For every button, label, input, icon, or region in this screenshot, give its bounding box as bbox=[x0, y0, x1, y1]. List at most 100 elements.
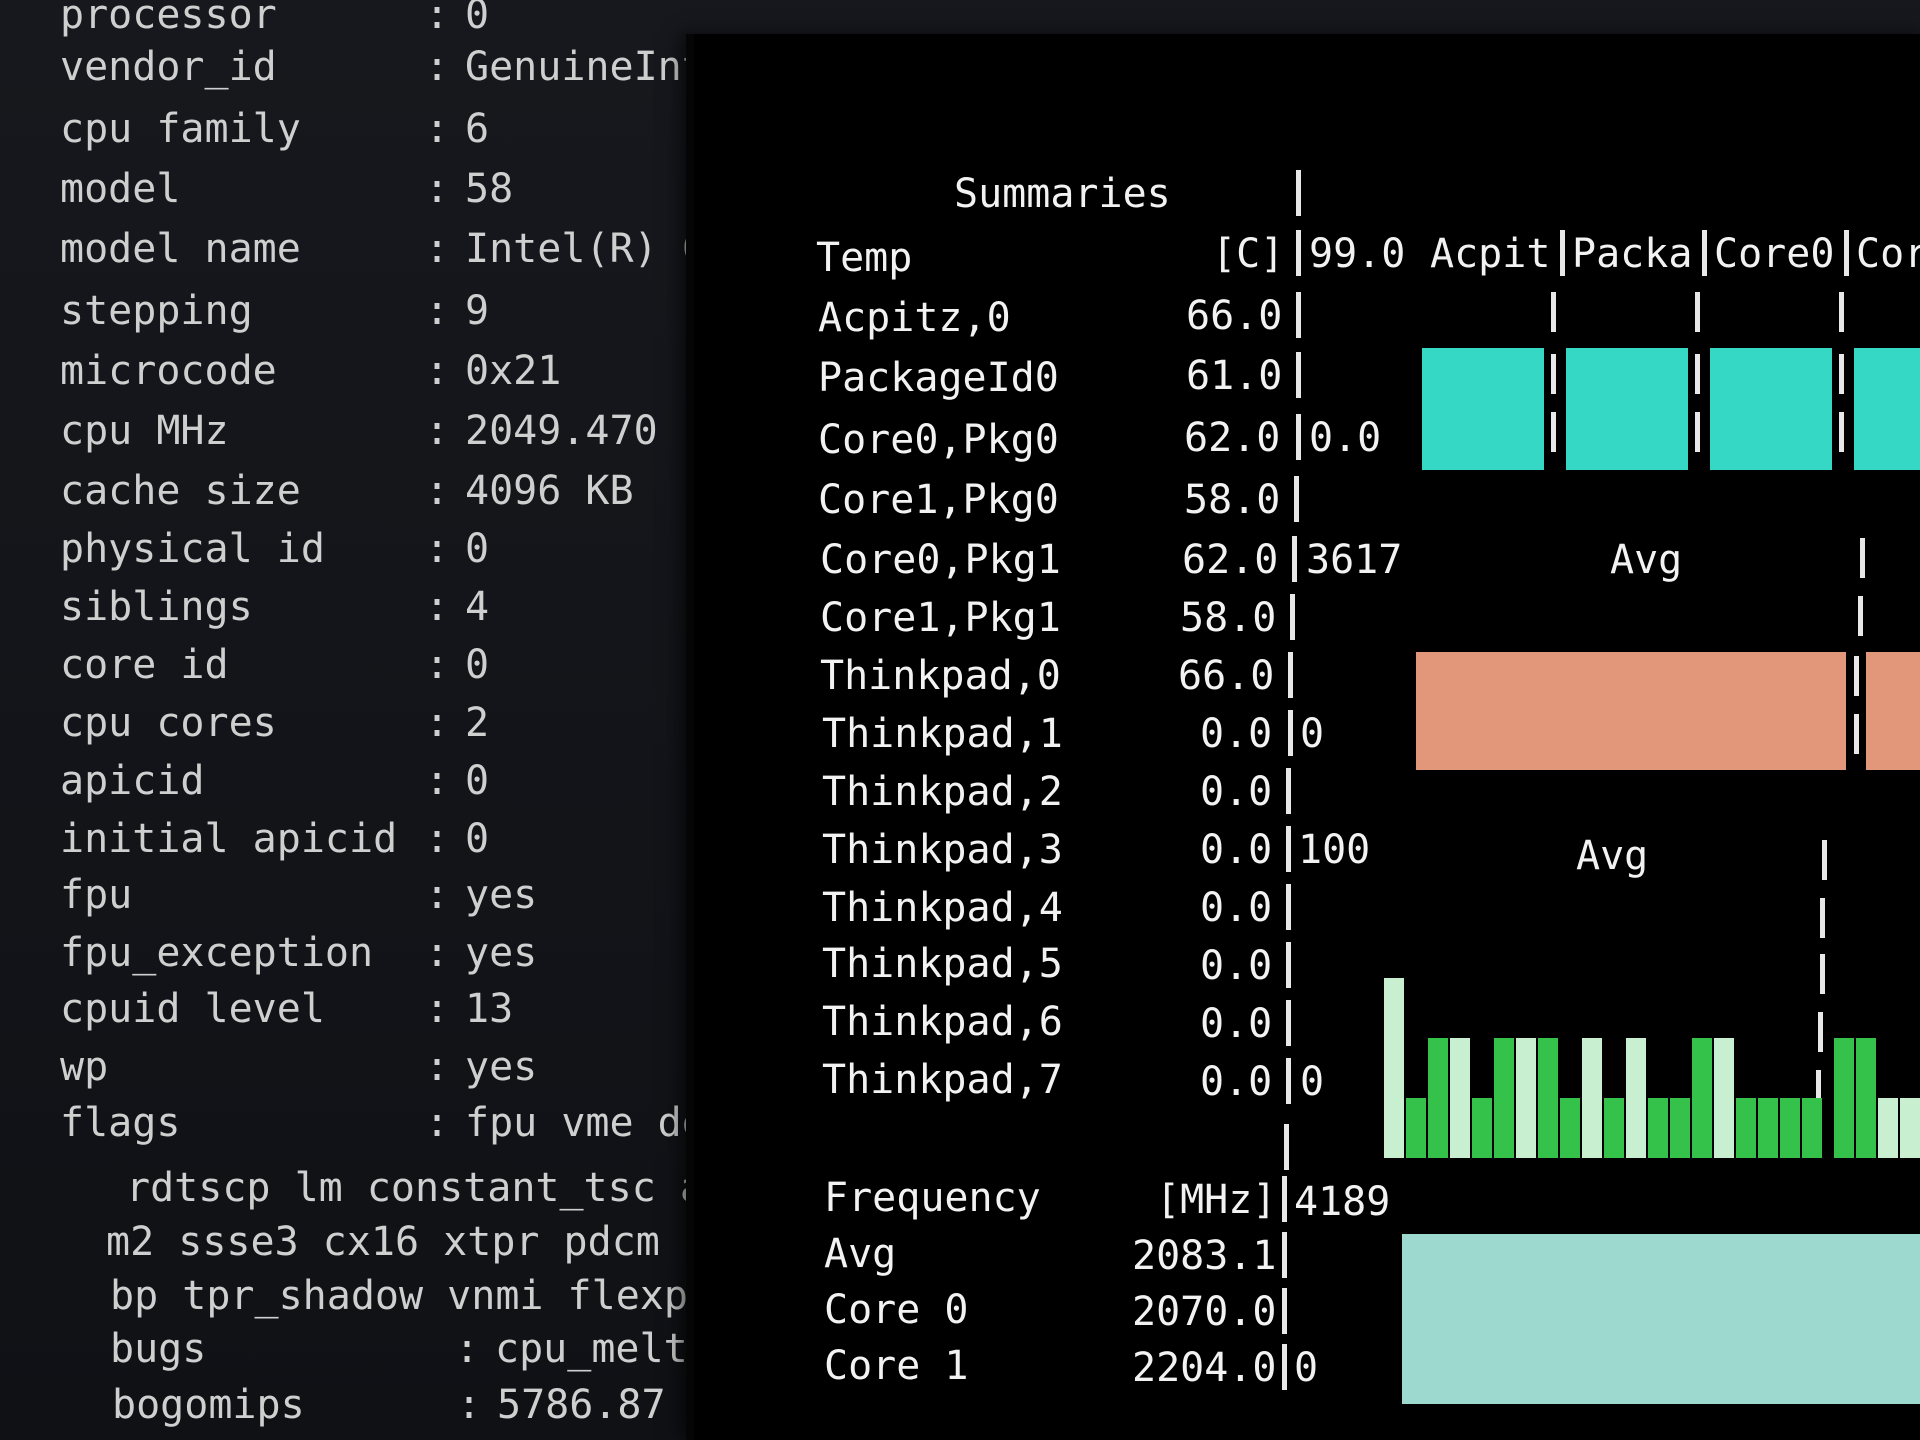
column-divider bbox=[1282, 1344, 1287, 1390]
util-graph-bottom: 0 bbox=[1300, 1059, 1325, 1105]
freq-graph-area bbox=[1416, 652, 1846, 770]
cpuinfo-value: 4 bbox=[465, 584, 490, 630]
util-graph-bar bbox=[1582, 1038, 1602, 1158]
tab-divider bbox=[1702, 230, 1707, 276]
temp-sensor-value: 0.0 bbox=[1200, 827, 1273, 873]
cpuinfo-key: bogomips bbox=[112, 1382, 305, 1428]
column-divider bbox=[1296, 352, 1301, 398]
util-graph-bar bbox=[1626, 1038, 1646, 1158]
temp-graph-tab[interactable]: Acpit bbox=[1430, 226, 1550, 282]
graph-divider bbox=[1820, 898, 1825, 938]
util-graph-bar bbox=[1428, 1038, 1448, 1158]
cpuinfo-sep: : bbox=[425, 584, 450, 630]
cpuinfo-value: 13 bbox=[465, 986, 514, 1032]
temp-graph-tab[interactable]: Packa bbox=[1572, 226, 1692, 282]
cpuinfo-value: 2 bbox=[465, 700, 490, 746]
cpuinfo-sep: : bbox=[425, 700, 450, 746]
util-graph-title: Avg bbox=[1576, 833, 1649, 879]
util-graph-bar bbox=[1450, 1038, 1470, 1158]
flags-continuation: bp tpr_shadow vnmi flexprior bbox=[110, 1273, 785, 1319]
util-graph-bar bbox=[1670, 1098, 1690, 1158]
temp-graph-tab[interactable]: Core0 bbox=[1714, 226, 1834, 282]
column-divider bbox=[1282, 1232, 1287, 1278]
cpuinfo-key: fpu bbox=[60, 872, 133, 918]
freq-core-name: Core 1 bbox=[824, 1343, 969, 1389]
column-divider bbox=[1296, 230, 1301, 276]
util-graph-bar bbox=[1834, 1038, 1854, 1158]
tab-divider bbox=[1839, 354, 1844, 394]
cpuinfo-sep: : bbox=[425, 226, 450, 272]
cpuinfo-key: core id bbox=[60, 642, 229, 688]
temp-sensor-value: 58.0 bbox=[1184, 477, 1281, 523]
temp-sensor-name: Core0,Pkg0 bbox=[818, 417, 1059, 463]
cpuinfo-sep: : bbox=[425, 816, 450, 862]
summaries-title: Summaries bbox=[954, 171, 1171, 217]
cpuinfo-key: siblings bbox=[60, 584, 253, 630]
cpuinfo-key: cpuid level bbox=[60, 986, 325, 1032]
freq-graph-bottom: 0 bbox=[1300, 711, 1325, 757]
cpuinfo-value: Intel(R) C bbox=[465, 226, 706, 272]
cpuinfo-value: 6 bbox=[465, 106, 490, 152]
cpuinfo-key: microcode bbox=[60, 348, 277, 394]
temp-sensor-value: 61.0 bbox=[1186, 353, 1283, 399]
cpuinfo-value: 58 bbox=[465, 166, 514, 212]
cpuinfo-key: cpu family bbox=[60, 106, 301, 152]
tab-divider bbox=[1560, 230, 1565, 276]
cpuinfo-sep: : bbox=[457, 1382, 482, 1428]
temp-graph-tab[interactable]: Cor bbox=[1856, 226, 1920, 282]
temp-sensor-value: 0.0 bbox=[1200, 1059, 1273, 1105]
temp-sensor-name: PackageId0 bbox=[818, 355, 1059, 401]
util-graph-bar bbox=[1692, 1038, 1712, 1158]
util-graph-bar bbox=[1780, 1098, 1800, 1158]
util-graph-bar bbox=[1494, 1038, 1514, 1158]
column-divider bbox=[1288, 710, 1293, 756]
cpuinfo-value: 9 bbox=[465, 288, 490, 334]
cpuinfo-key: stepping bbox=[60, 288, 253, 334]
column-divider bbox=[1286, 826, 1291, 872]
temp-graph-mid: 0.0 bbox=[1309, 415, 1382, 461]
column-divider bbox=[1286, 884, 1291, 930]
power-graph-top: 4189 bbox=[1294, 1179, 1391, 1225]
cpuinfo-sep: : bbox=[425, 930, 450, 976]
util-graph-bar bbox=[1736, 1098, 1756, 1158]
cpuinfo-value: GenuineInt bbox=[465, 44, 706, 90]
flags-continuation: rdtscp lm constant_tsc arch bbox=[126, 1165, 777, 1211]
freq-graph-area bbox=[1866, 652, 1920, 770]
temp-sensor-value: 66.0 bbox=[1178, 653, 1275, 699]
freq-core-value: 2204.0 bbox=[1132, 1345, 1277, 1391]
temp-sensor-name: Thinkpad,3 bbox=[822, 827, 1063, 873]
cpuinfo-value: yes bbox=[465, 1044, 538, 1090]
util-graph-bar bbox=[1758, 1098, 1778, 1158]
temp-unit: [C] bbox=[1212, 231, 1285, 277]
graph-divider bbox=[1860, 538, 1865, 578]
tab-divider bbox=[1551, 292, 1556, 332]
cpuinfo-key: bugs bbox=[110, 1326, 207, 1372]
cpuinfo-sep: : bbox=[425, 106, 450, 152]
freq-unit: [MHz] bbox=[1156, 1177, 1277, 1223]
util-graph-bar bbox=[1856, 1038, 1876, 1158]
temp-graph-bar bbox=[1854, 348, 1920, 470]
column-divider bbox=[1286, 942, 1291, 988]
cpuinfo-key: vendor_id bbox=[60, 44, 277, 90]
freq-core-value: 2083.1 bbox=[1132, 1233, 1277, 1279]
temp-sensor-value: 0.0 bbox=[1200, 943, 1273, 989]
tab-divider bbox=[1839, 412, 1844, 452]
cpuinfo-value: 0 bbox=[465, 526, 490, 572]
util-graph-bar bbox=[1900, 1098, 1920, 1158]
temp-sensor-value: 0.0 bbox=[1200, 711, 1273, 757]
util-graph-bar bbox=[1878, 1098, 1898, 1158]
cpuinfo-key: model name bbox=[60, 226, 301, 272]
power-graph-bottom: 0 bbox=[1294, 1345, 1319, 1391]
cpuinfo-sep: : bbox=[425, 166, 450, 212]
util-graph-bar bbox=[1516, 1038, 1536, 1158]
cpuinfo-value: 2049.470 bbox=[465, 408, 658, 454]
column-divider bbox=[1286, 768, 1291, 814]
cpuinfo-sep: : bbox=[425, 348, 450, 394]
cpuinfo-key: initial apicid bbox=[60, 816, 398, 862]
temp-sensor-name: Thinkpad,2 bbox=[822, 769, 1063, 815]
column-divider bbox=[1286, 1058, 1291, 1104]
temp-sensor-value: 0.0 bbox=[1200, 885, 1273, 931]
cpuinfo-sep: : bbox=[425, 1100, 450, 1146]
cpuinfo-sep: : bbox=[425, 468, 450, 514]
temp-sensor-name: Core0,Pkg1 bbox=[820, 537, 1061, 583]
